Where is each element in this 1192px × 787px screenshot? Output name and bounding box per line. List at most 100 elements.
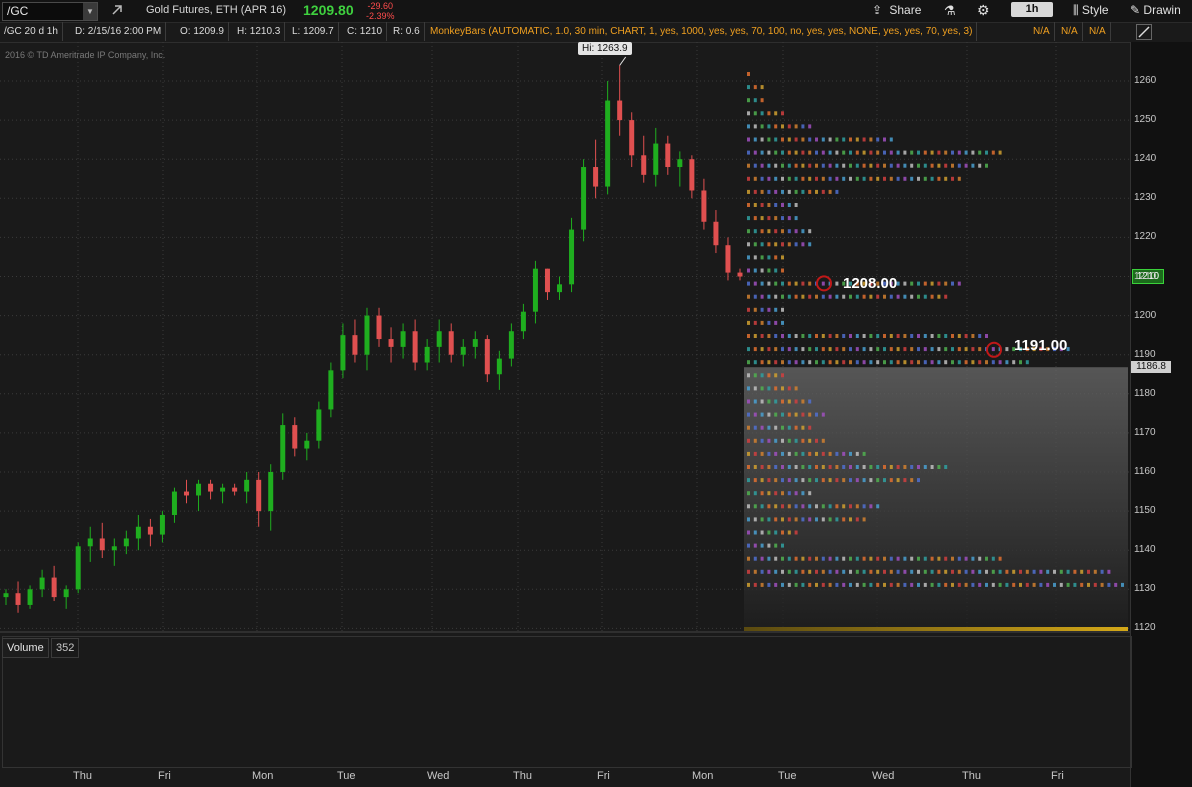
- monkeybar-letter: [896, 150, 900, 155]
- monkeybar-letter: [767, 163, 771, 168]
- monkeybar-letter: [1019, 360, 1022, 365]
- monkeybar-letter: [787, 137, 791, 142]
- candle: [436, 319, 442, 363]
- monkeybar-letter: [794, 517, 798, 522]
- monkeybar-letter: [747, 216, 750, 221]
- monkeybar-letter: [835, 347, 839, 352]
- monkeybar-letter: [1066, 582, 1070, 587]
- candle: [292, 417, 298, 457]
- monkeybar-letter: [1053, 582, 1056, 587]
- candle-body: [388, 339, 394, 347]
- monkeybar-letter: [767, 124, 771, 129]
- monkeybar-letter: [869, 465, 873, 469]
- monkeybar-letter: [957, 334, 961, 338]
- candle-body: [280, 425, 286, 472]
- monkeybar-letter: [876, 582, 880, 587]
- monkeybar-letter: [787, 334, 791, 338]
- monkeybar-letter: [787, 425, 791, 430]
- gear-icon[interactable]: ⚙: [977, 0, 990, 21]
- monkeybar-letter: [781, 465, 784, 469]
- monkeybar-letter: [774, 517, 778, 522]
- monkeybar-letter: [978, 360, 982, 365]
- candle-body: [171, 491, 177, 516]
- monkeybar-letter: [835, 569, 839, 574]
- candle-body: [557, 284, 563, 293]
- candle-body: [208, 483, 214, 492]
- volume-panel[interactable]: [2, 636, 1132, 768]
- link-icon[interactable]: [110, 3, 124, 17]
- studies-flask-icon[interactable]: ⚗: [944, 0, 956, 21]
- chart-period[interactable]: /GC 20 d 1h: [0, 22, 63, 41]
- monkeybar-letter: [849, 150, 852, 155]
- candle: [147, 518, 153, 547]
- monkeybar-letter: [849, 137, 852, 142]
- monkeybar-letter: [753, 556, 757, 561]
- monkeybar-letter: [767, 438, 771, 443]
- bar-date: D: 2/15/16 2:00 PM: [71, 22, 167, 41]
- monkeybar-letter: [808, 582, 812, 587]
- monkeybar-letter: [747, 347, 750, 352]
- monkeybar-letter: [794, 294, 798, 299]
- monkeybar-letter: [849, 360, 852, 365]
- candle: [376, 307, 382, 347]
- monkeybar-letter: [855, 517, 859, 522]
- monkeybar-letter: [937, 150, 941, 155]
- monkeybar-letter: [767, 504, 771, 509]
- monkeybar-letter: [896, 163, 900, 168]
- monkeybar-letter: [849, 163, 852, 168]
- monkeybar-letter: [781, 294, 784, 299]
- monkeybar-letter: [862, 347, 866, 352]
- aggregation-button[interactable]: 1h: [1011, 2, 1053, 17]
- monkeybar-letter: [774, 438, 778, 443]
- monkeybar-letter: [787, 176, 791, 181]
- monkeybar-letter: [923, 176, 927, 181]
- candle-body: [232, 487, 238, 492]
- monkeybar-letter: [767, 203, 771, 207]
- monkeybar-letter: [1025, 569, 1029, 574]
- monkeybar-letter: [862, 556, 866, 561]
- bar-range: R: 0.6: [389, 22, 425, 41]
- study-value-3: N/A: [1085, 22, 1111, 41]
- monkeybar-letter: [801, 517, 805, 522]
- drawings-button[interactable]: ✎ Drawin: [1130, 0, 1181, 21]
- monkeybar-letter: [998, 556, 1002, 561]
- monkeybar-letter: [794, 347, 798, 352]
- candle-body: [304, 440, 310, 449]
- monkeybar-letter: [937, 569, 941, 574]
- monkeybar-letter: [930, 294, 934, 299]
- x-tick-label: Mon: [252, 770, 274, 782]
- candle-body: [448, 331, 454, 355]
- monkeybar-letter: [781, 569, 784, 574]
- monkeybar-letter: [917, 150, 920, 155]
- monkeybar-letter: [835, 465, 839, 469]
- monkeybar-letter: [774, 150, 778, 155]
- monkeybar-letter: [753, 347, 757, 352]
- monkeybar-letter: [747, 307, 750, 312]
- monkeybar-letter: [815, 438, 818, 443]
- monkeybar-letter: [883, 360, 886, 365]
- monkeybar-letter: [753, 569, 757, 574]
- monkeybar-letter: [849, 504, 852, 509]
- chevron-down-icon[interactable]: ▼: [83, 3, 97, 20]
- study-monkeybars[interactable]: MonkeyBars (AUTOMATIC, 1.0, 30 min, CHAR…: [426, 22, 978, 41]
- monkeybar-letter: [944, 569, 948, 574]
- monkeybar-letter: [1087, 569, 1090, 574]
- style-button[interactable]: ⫼ Style: [1073, 0, 1109, 21]
- volume-label[interactable]: Volume: [2, 638, 49, 658]
- candle: [508, 323, 514, 367]
- monkeybar-letter: [767, 451, 771, 456]
- symbol-selector[interactable]: /GC ▼: [2, 2, 98, 21]
- monkeybar-letter: [821, 465, 825, 469]
- monkeybar-letter: [978, 556, 982, 561]
- monkeybar-letter: [747, 412, 750, 417]
- monkeybar-letter: [781, 386, 784, 391]
- trendline-icon[interactable]: [1136, 24, 1152, 40]
- monkeybar-letter: [801, 334, 805, 338]
- monkeybar-letter: [957, 582, 961, 587]
- candle: [232, 483, 238, 496]
- candle: [605, 81, 611, 195]
- monkeybar-letter: [862, 478, 866, 483]
- share-button[interactable]: ⇪ Share: [872, 0, 921, 21]
- monkeybar-letter: [801, 294, 805, 299]
- share-icon: ⇪: [872, 3, 883, 17]
